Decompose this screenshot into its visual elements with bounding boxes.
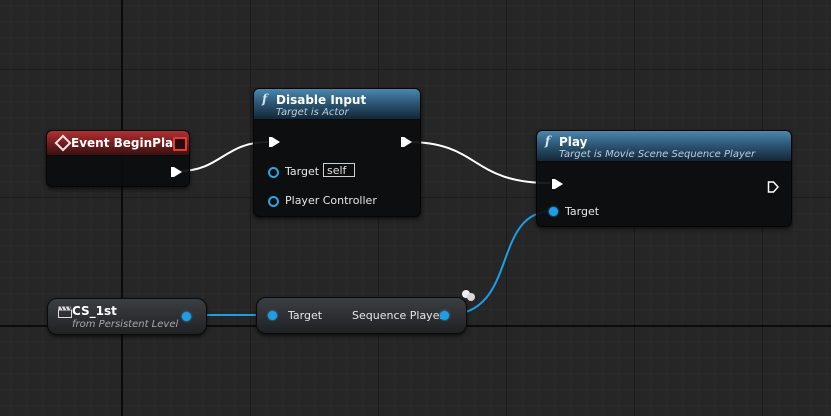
getter-target-pin-icon[interactable] [268, 311, 277, 320]
player-controller-pin-icon[interactable] [268, 196, 279, 207]
actor-reference-node[interactable]: CS_1st from Persistent Level [47, 298, 207, 335]
target-label: Target [285, 165, 320, 178]
play-header: f Play Target is Movie Scene Sequence Pl… [537, 131, 791, 162]
function-icon: f [545, 134, 551, 148]
disable-input-title: Disable Input [276, 93, 367, 107]
clapperboard-icon [58, 306, 72, 318]
event-diamond-icon [54, 134, 72, 152]
event-beginplay-node[interactable]: Event BeginPlay [46, 130, 190, 187]
exec-wire-disable-to-play [407, 141, 551, 184]
function-icon: f [262, 92, 268, 106]
play-title: Play [559, 135, 588, 149]
player-controller-label: Player Controller [285, 194, 377, 207]
play-node[interactable]: f Play Target is Movie Scene Sequence Pl… [536, 130, 792, 227]
delegate-pin-icon[interactable] [173, 137, 187, 151]
target-pin-icon[interactable] [268, 167, 279, 178]
target-self-field[interactable]: self [323, 163, 355, 177]
actor-reference-subtitle: from Persistent Level [72, 319, 179, 330]
getter-output-label: Sequence Player [352, 309, 444, 322]
actor-output-pin-icon[interactable] [182, 312, 191, 321]
play-subtitle: Target is Movie Scene Sequence Player [559, 149, 756, 160]
exec-out-pin[interactable] [401, 137, 412, 147]
disable-input-header: f Disable Input Target is Actor [254, 89, 420, 120]
event-title: Event BeginPlay [71, 136, 181, 150]
exec-out-pin-hollow[interactable] [767, 178, 780, 193]
actor-reference-title: CS_1st [72, 304, 117, 318]
getter-target-label: Target [288, 309, 323, 322]
exec-in-pin[interactable] [552, 179, 563, 189]
sequence-player-getter-node[interactable]: Target Sequence Player [256, 297, 467, 334]
disable-input-subtitle: Target is Actor [276, 107, 349, 118]
disable-input-node[interactable]: f Disable Input Target is Actor Target s… [253, 88, 421, 217]
play-target-pin-icon[interactable] [549, 207, 558, 216]
play-target-label: Target [565, 205, 600, 218]
event-header: Event BeginPlay [47, 131, 189, 156]
getter-output-pin-icon[interactable] [440, 311, 449, 320]
exec-out-hollow-icon [767, 181, 780, 193]
exec-out-pin[interactable] [171, 167, 182, 177]
exec-in-pin[interactable] [269, 137, 280, 147]
